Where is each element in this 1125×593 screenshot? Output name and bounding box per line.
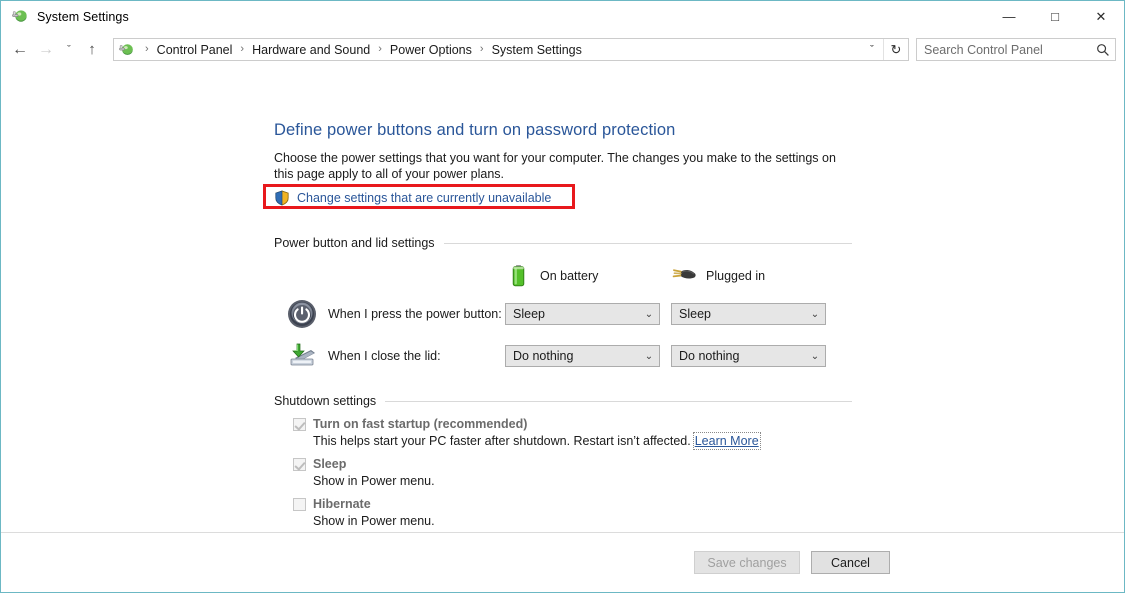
- up-button[interactable]: ↑: [79, 37, 105, 63]
- breadcrumb-item-system-settings[interactable]: System Settings: [490, 43, 584, 57]
- system-settings-window: System Settings — □ ✕ ← → ˇ ↑ › Control …: [0, 0, 1125, 593]
- save-changes-button: Save changes: [694, 551, 800, 574]
- cancel-button[interactable]: Cancel: [811, 551, 890, 574]
- checkbox-row-hibernate[interactable]: Hibernate: [274, 497, 852, 511]
- power-button-icon: [286, 298, 318, 330]
- dropdown-power-button-plugged-in[interactable]: Sleep ⌄: [671, 303, 826, 325]
- forward-button: →: [38, 40, 54, 58]
- footer-bar: Save changes Cancel: [1, 532, 1124, 592]
- shutdown-section-label: Shutdown settings: [274, 394, 377, 408]
- dropdown-close-lid-plugged-in-value: Do nothing: [679, 349, 740, 363]
- chevron-down-icon: ⌄: [644, 308, 654, 320]
- shutdown-section-rule: [385, 400, 852, 402]
- learn-more-link[interactable]: Learn More: [692, 432, 761, 450]
- battery-icon: [505, 264, 531, 288]
- checkbox-item-hibernate: Hibernate Show in Power menu.: [274, 497, 852, 528]
- window-controls: — □ ✕: [986, 1, 1124, 32]
- dropdown-power-button-on-battery-value: Sleep: [513, 307, 545, 321]
- checkbox-item-fast-startup: Turn on fast startup (recommended) This …: [274, 417, 852, 450]
- minimize-button[interactable]: —: [986, 1, 1032, 32]
- dropdown-close-lid-plugged-in[interactable]: Do nothing ⌄: [671, 345, 826, 367]
- breadcrumb-separator-0: ›: [145, 43, 149, 55]
- checkbox-label-fast-startup: Turn on fast startup (recommended): [313, 417, 528, 431]
- dropdown-power-button-plugged-in-value: Sleep: [679, 307, 711, 321]
- page-title: Define power buttons and turn on passwor…: [274, 121, 676, 139]
- breadcrumb: › Control Panel › Hardware and Sound › P…: [139, 43, 861, 57]
- dropdown-power-button-on-battery[interactable]: Sleep ⌄: [505, 303, 660, 325]
- power-section-header: Power button and lid settings: [274, 236, 852, 250]
- title-bar: System Settings — □ ✕: [1, 1, 1124, 32]
- settings-page: Define power buttons and turn on passwor…: [263, 121, 852, 532]
- close-button[interactable]: ✕: [1078, 1, 1124, 32]
- power-section-rule: [443, 242, 852, 244]
- setting-label-close-lid: When I close the lid:: [328, 349, 441, 363]
- chevron-down-icon: ⌄: [810, 350, 820, 362]
- page-description: Choose the power settings that you want …: [274, 151, 836, 181]
- control-panel-icon: [12, 8, 29, 25]
- setting-row-close-lid: When I close the lid: Do nothing ⌄ Do no…: [274, 340, 852, 372]
- address-bar[interactable]: › Control Panel › Hardware and Sound › P…: [113, 38, 909, 61]
- checkbox-sleep[interactable]: [293, 457, 306, 471]
- breadcrumb-separator-3: ›: [479, 43, 484, 55]
- column-on-battery-label: On battery: [540, 269, 599, 283]
- maximize-button[interactable]: □: [1032, 1, 1078, 32]
- checkbox-description-hibernate: Show in Power menu.: [313, 514, 435, 528]
- chevron-down-icon: ⌄: [644, 350, 654, 362]
- search-box[interactable]: [916, 38, 1116, 61]
- shutdown-section-header: Shutdown settings: [274, 394, 852, 408]
- breadcrumb-separator-2: ›: [378, 43, 382, 55]
- refresh-icon[interactable]: ↻: [883, 39, 908, 60]
- column-plugged-in: Plugged in: [671, 264, 837, 288]
- uac-shield-icon: [274, 190, 290, 206]
- search-icon[interactable]: [1091, 43, 1115, 57]
- breadcrumb-separator-1: ›: [240, 43, 245, 55]
- checkbox-hibernate[interactable]: [293, 497, 306, 511]
- checkbox-fast-startup[interactable]: [293, 417, 306, 431]
- search-input[interactable]: [917, 41, 1091, 58]
- power-section-label: Power button and lid settings: [274, 236, 435, 250]
- checkbox-label-hibernate: Hibernate: [313, 497, 371, 511]
- column-on-battery: On battery: [505, 264, 671, 288]
- checkbox-label-sleep: Sleep: [313, 457, 347, 471]
- breadcrumb-item-control-panel[interactable]: Control Panel: [155, 43, 235, 57]
- checkbox-description-fast-startup: This helps start your PC faster after sh…: [313, 432, 852, 450]
- address-dropdown-chevron-icon[interactable]: ˇ: [861, 39, 883, 60]
- setting-label-power-button: When I press the power button:: [328, 307, 502, 321]
- chevron-down-icon: ⌄: [810, 308, 820, 320]
- change-settings-row[interactable]: Change settings that are currently unava…: [274, 188, 584, 208]
- dropdown-close-lid-on-battery[interactable]: Do nothing ⌄: [505, 345, 660, 367]
- breadcrumb-item-hardware-and-sound[interactable]: Hardware and Sound: [250, 43, 372, 57]
- checkbox-row-fast-startup[interactable]: Turn on fast startup (recommended): [274, 417, 852, 431]
- setting-row-power-button: When I press the power button: Sleep ⌄ S…: [274, 298, 852, 330]
- back-button[interactable]: ←: [7, 37, 33, 63]
- column-plugged-in-label: Plugged in: [706, 269, 766, 283]
- checkbox-row-sleep[interactable]: Sleep: [274, 457, 852, 471]
- change-settings-link[interactable]: Change settings that are currently unava…: [297, 191, 551, 205]
- power-plug-icon: [671, 264, 697, 288]
- content-area: Define power buttons and turn on passwor…: [1, 67, 1124, 532]
- fast-startup-description-text: This helps start your PC faster after sh…: [313, 434, 691, 448]
- laptop-lid-icon: [286, 340, 318, 372]
- address-bar-control-panel-icon: [119, 42, 135, 58]
- change-settings-highlight-wrap: Change settings that are currently unava…: [263, 184, 584, 214]
- recent-locations-chevron-icon[interactable]: ˇ: [59, 37, 79, 63]
- window-title: System Settings: [37, 9, 129, 24]
- breadcrumb-item-power-options[interactable]: Power Options: [388, 43, 474, 57]
- checkbox-item-sleep: Sleep Show in Power menu.: [274, 457, 852, 488]
- checkbox-description-sleep: Show in Power menu.: [313, 474, 435, 488]
- dropdown-close-lid-on-battery-value: Do nothing: [513, 349, 574, 363]
- power-column-headers: On battery Plugged in: [274, 264, 852, 288]
- navigation-bar: ← → ˇ ↑ › Control Panel › Hardware and S…: [1, 32, 1124, 67]
